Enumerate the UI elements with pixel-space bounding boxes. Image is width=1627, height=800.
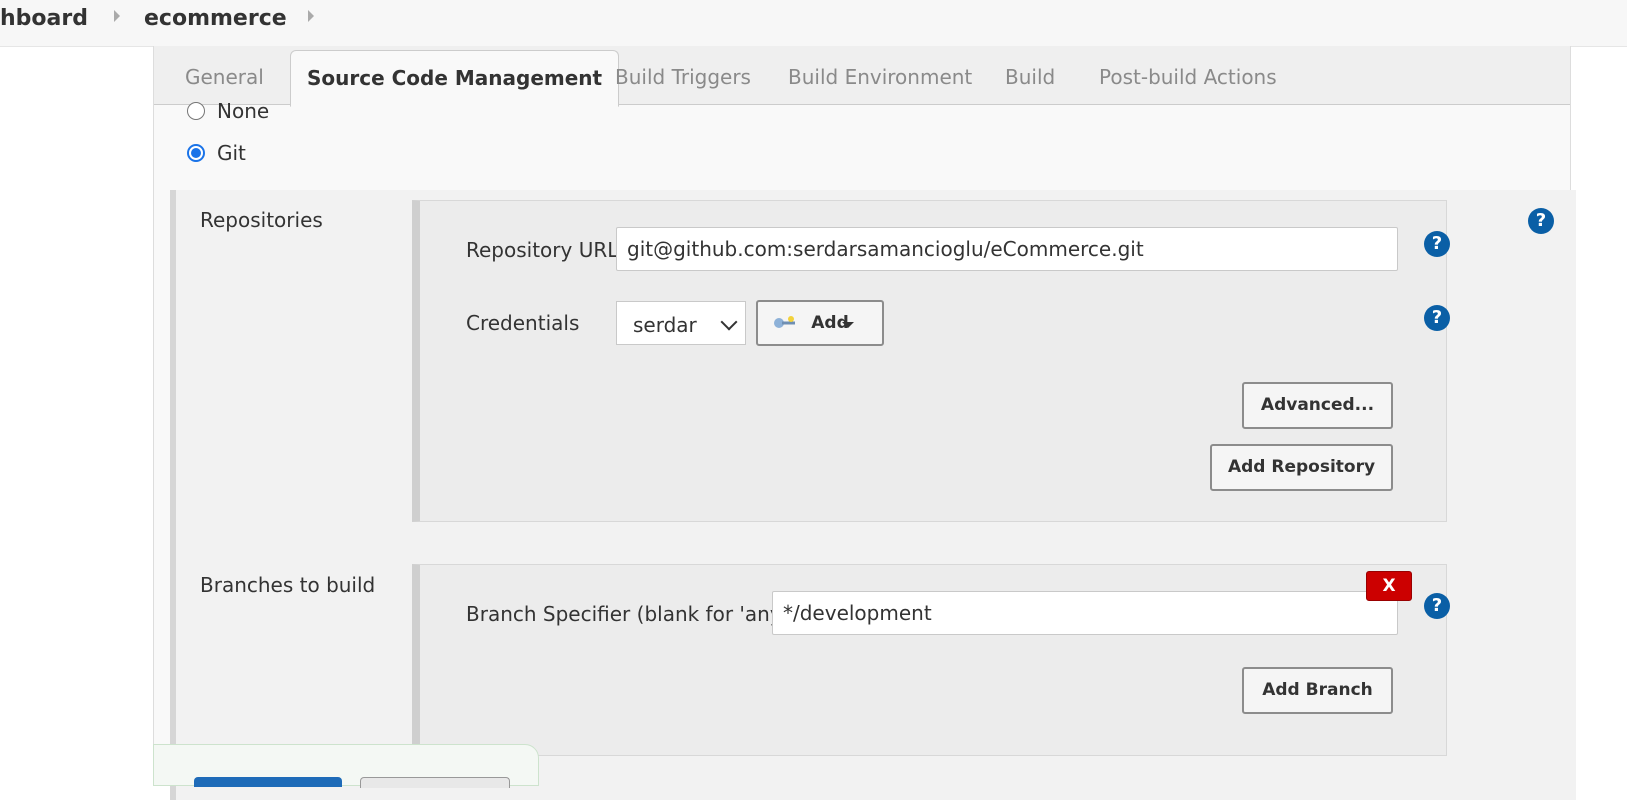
chevron-right-icon[interactable] <box>114 10 120 22</box>
branch-specifier-label: Branch Specifier (blank for 'any') <box>466 602 795 626</box>
repository-url-label: Repository URL <box>466 238 619 262</box>
repository-panel: Repository URL ? Credentials serdar Add … <box>412 200 1450 522</box>
radio-git[interactable] <box>187 144 205 162</box>
key-icon <box>774 316 795 328</box>
tab-post-build-actions[interactable]: Post-build Actions <box>1083 50 1293 104</box>
help-icon[interactable]: ? <box>1424 305 1450 331</box>
breadcrumb: hboard ecommerce <box>0 0 1627 47</box>
chevron-down-icon <box>720 313 738 331</box>
caret-down-icon <box>842 322 854 328</box>
repository-url-input[interactable] <box>616 227 1398 271</box>
git-config-section: Repositories ? Repository URL ? Credenti… <box>170 190 1576 800</box>
bottom-action-bar <box>153 744 539 788</box>
credentials-selected-value: serdar <box>633 313 697 337</box>
apply-button[interactable] <box>360 777 510 788</box>
radio-label-none: None <box>217 99 270 123</box>
branch-specifier-input[interactable] <box>772 591 1398 635</box>
credentials-label: Credentials <box>466 311 580 335</box>
branch-panel: Branch Specifier (blank for 'any') X ? A… <box>412 564 1450 756</box>
tab-source-code-management[interactable]: Source Code Management <box>290 50 620 107</box>
job-config-panel: General Source Code Management Build Tri… <box>153 46 1576 800</box>
breadcrumb-item-dashboard[interactable]: hboard <box>0 4 88 34</box>
save-button[interactable] <box>194 777 342 787</box>
advanced-button[interactable]: Advanced... <box>1242 382 1393 429</box>
help-icon[interactable]: ? <box>1424 593 1450 619</box>
tab-build-environment[interactable]: Build Environment <box>772 50 988 104</box>
delete-branch-button[interactable]: X <box>1366 571 1412 601</box>
add-repository-button[interactable]: Add Repository <box>1210 444 1393 491</box>
radio-none[interactable] <box>187 102 205 120</box>
radio-label-git: Git <box>217 141 246 165</box>
add-branch-button[interactable]: Add Branch <box>1242 667 1393 714</box>
tab-build[interactable]: Build <box>989 50 1071 104</box>
add-credentials-button[interactable]: Add <box>756 300 884 346</box>
tab-build-triggers[interactable]: Build Triggers <box>599 50 767 104</box>
branches-to-build-label: Branches to build <box>200 573 376 597</box>
repositories-label: Repositories <box>200 208 323 232</box>
credentials-select[interactable]: serdar <box>616 301 746 345</box>
help-icon[interactable]: ? <box>1424 231 1450 257</box>
breadcrumb-item-ecommerce[interactable]: ecommerce <box>144 4 287 34</box>
chevron-right-icon[interactable] <box>308 10 314 22</box>
help-icon[interactable]: ? <box>1528 208 1554 234</box>
config-tabs: General Source Code Management Build Tri… <box>154 46 1570 107</box>
